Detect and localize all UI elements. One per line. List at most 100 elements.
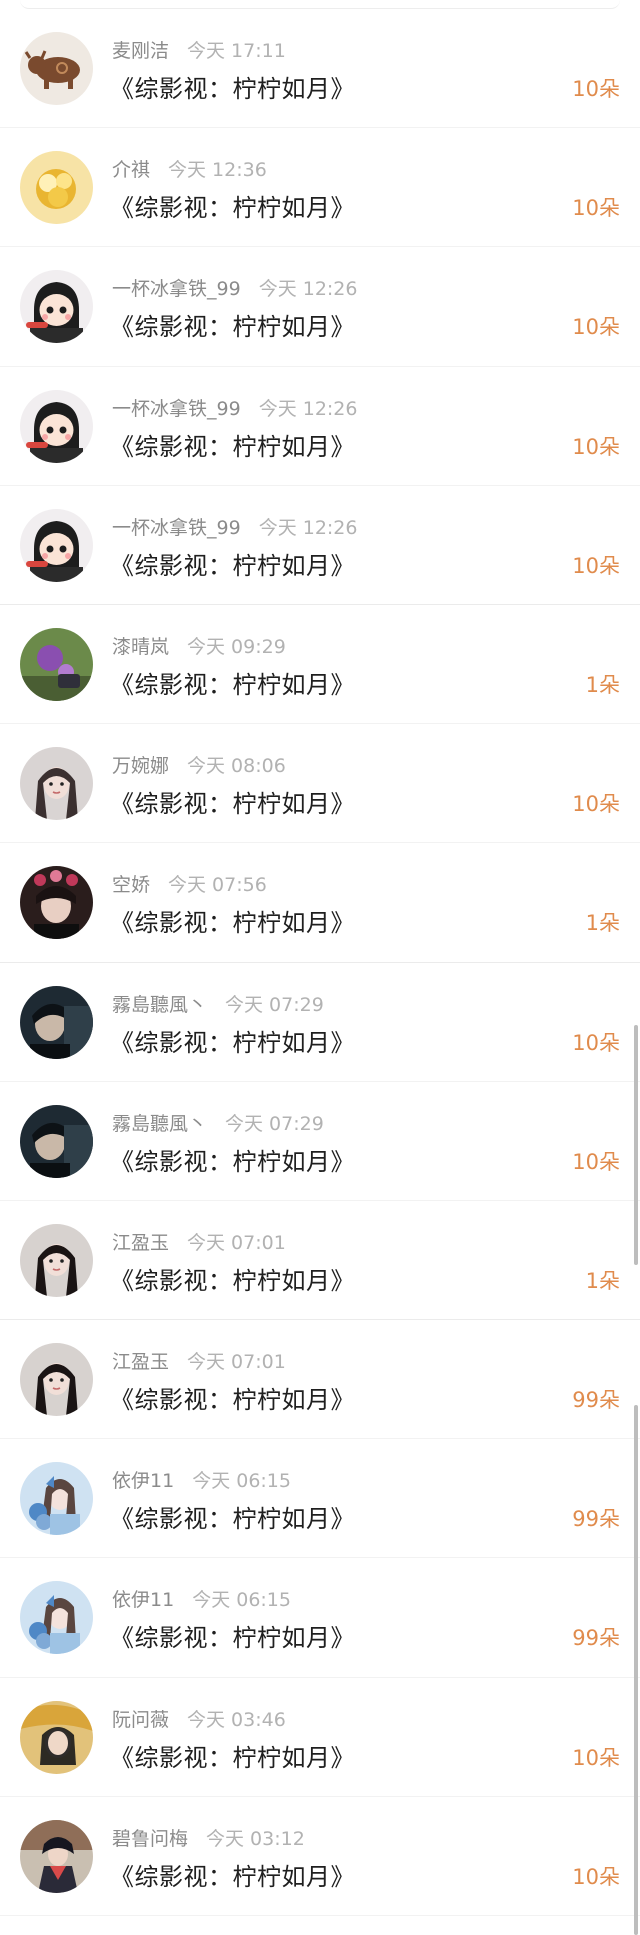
gift-amount: 1朵 (585, 1268, 620, 1293)
avatar[interactable] (20, 1343, 93, 1417)
book-title[interactable]: 《综影视：柠柠如月》 (110, 546, 355, 581)
book-title[interactable]: 《综影视：柠柠如月》 (110, 1499, 355, 1534)
username[interactable]: 江盈玉 (112, 1232, 169, 1254)
book-title[interactable]: 《综影视：柠柠如月》 (110, 1618, 355, 1653)
book-title[interactable]: 《综影视：柠柠如月》 (110, 1857, 355, 1892)
avatar[interactable] (20, 747, 93, 821)
avatar[interactable] (20, 270, 93, 344)
username[interactable]: 介祺 (112, 159, 150, 181)
username[interactable]: 一杯冰拿铁_99 (112, 398, 241, 420)
avatar[interactable] (20, 1223, 93, 1297)
scrollbar-lower[interactable] (634, 1405, 638, 1935)
list-item[interactable]: 阮问薇 今天 03:46 《综影视：柠柠如月》 10朵 (0, 1678, 640, 1797)
timestamp: 今天 03:12 (206, 1827, 305, 1850)
avatar[interactable] (20, 389, 93, 463)
book-title[interactable]: 《综影视：柠柠如月》 (110, 1380, 355, 1415)
username[interactable]: 万婉娜 (112, 755, 169, 777)
book-title[interactable]: 《综影视：柠柠如月》 (110, 307, 355, 342)
top-card-edge (20, 0, 620, 9)
list-item[interactable]: 依伊11 今天 06:15 《综影视：柠柠如月》 99朵 (0, 1439, 640, 1559)
timestamp: 今天 07:29 (225, 993, 324, 1016)
row-meta: 一杯冰拿铁_99 今天 12:26 (112, 274, 357, 301)
list-item[interactable]: 一杯冰拿铁_99 今天 12:26 《综影视：柠柠如月》 10朵 (0, 486, 640, 605)
list-item[interactable]: 江盈玉 今天 07:01 《综影视：柠柠如月》 1朵 (0, 1201, 640, 1321)
avatar[interactable] (20, 1104, 93, 1178)
list-item[interactable]: 一杯冰拿铁_99 今天 12:26 《综影视：柠柠如月》 10朵 (0, 247, 640, 367)
gift-amount: 10朵 (572, 315, 620, 340)
timestamp: 今天 08:06 (187, 755, 286, 778)
timestamp: 今天 07:56 (168, 874, 267, 897)
avatar[interactable] (20, 1819, 93, 1893)
timestamp: 今天 12:26 (258, 278, 358, 301)
list-item[interactable]: 一杯冰拿铁_99 今天 12:26 《综影视：柠柠如月》 10朵 (0, 367, 640, 486)
username[interactable]: 江盈玉 (112, 1351, 169, 1373)
avatar[interactable] (20, 1700, 93, 1774)
gift-amount: 99朵 (572, 1626, 620, 1651)
username[interactable]: 霧島聽風丶 (112, 1113, 207, 1135)
list-item[interactable]: 霧島聽風丶 今天 07:29 《综影视：柠柠如月》 10朵 (0, 963, 640, 1082)
gift-amount: 10朵 (572, 1745, 620, 1770)
portrait-flowers-icon (20, 866, 93, 940)
book-title[interactable]: 《综影视：柠柠如月》 (110, 1023, 355, 1058)
cartoon-girl-icon (20, 270, 93, 344)
username[interactable]: 霧島聽風丶 (112, 994, 207, 1016)
list-item[interactable]: 麦刚洁 今天 17:11 《综影视：柠柠如月》 10朵 (0, 9, 640, 129)
portrait-blue-icon (20, 1462, 93, 1536)
row-meta: 阮问薇 今天 03:46 (112, 1705, 286, 1732)
avatar[interactable] (20, 32, 93, 105)
username[interactable]: 依伊11 (112, 1470, 174, 1492)
username[interactable]: 漆晴岚 (112, 636, 169, 658)
book-title[interactable]: 《综影视：柠柠如月》 (110, 1142, 355, 1177)
gift-amount: 99朵 (572, 1388, 620, 1413)
avatar[interactable] (20, 508, 93, 582)
avatar[interactable] (20, 627, 93, 701)
avatar[interactable] (20, 866, 93, 940)
book-title[interactable]: 《综影视：柠柠如月》 (110, 427, 355, 462)
list-item[interactable]: 依伊11 今天 06:15 《综影视：柠柠如月》 99朵 (0, 1558, 640, 1678)
gift-amount: 99朵 (572, 1507, 620, 1532)
username[interactable]: 依伊11 (112, 1589, 174, 1611)
list-item[interactable]: 碧鲁问梅 今天 03:12 《综影视：柠柠如月》 10朵 (0, 1797, 640, 1916)
timestamp: 今天 12:26 (258, 516, 358, 539)
book-title[interactable]: 《综影视：柠柠如月》 (110, 903, 355, 938)
avatar[interactable] (20, 1581, 93, 1655)
list-item[interactable]: 霧島聽風丶 今天 07:29 《综影视：柠柠如月》 10朵 (0, 1082, 640, 1201)
username[interactable]: 一杯冰拿铁_99 (112, 517, 241, 539)
timestamp: 今天 17:11 (187, 40, 286, 62)
timestamp: 今天 03:46 (187, 1708, 286, 1731)
portrait-costume-icon (20, 1819, 93, 1893)
book-title[interactable]: 《综影视：柠柠如月》 (110, 69, 355, 104)
list-item[interactable]: 介祺 今天 12:36 《综影视：柠柠如月》 10朵 (0, 128, 640, 248)
row-meta: 介祺 今天 12:36 (112, 155, 267, 182)
username[interactable]: 碧鲁问梅 (112, 1828, 188, 1850)
row-meta: 江盈玉 今天 07:01 (112, 1347, 286, 1374)
gift-amount: 10朵 (572, 553, 620, 578)
username[interactable]: 一杯冰拿铁_99 (112, 278, 241, 300)
purple-flower-icon (20, 627, 93, 701)
avatar[interactable] (20, 151, 93, 225)
scrollbar-upper[interactable] (634, 1025, 638, 1265)
list-item[interactable]: 万婉娜 今天 08:06 《综影视：柠柠如月》 10朵 (0, 724, 640, 844)
username[interactable]: 阮问薇 (112, 1709, 169, 1731)
book-title[interactable]: 《综影视：柠柠如月》 (110, 784, 355, 819)
row-meta: 依伊11 今天 06:15 (112, 1466, 291, 1493)
book-title[interactable]: 《综影视：柠柠如月》 (110, 665, 355, 700)
avatar[interactable] (20, 985, 93, 1059)
list-item[interactable]: 江盈玉 今天 07:01 《综影视：柠柠如月》 99朵 (0, 1320, 640, 1440)
username[interactable]: 麦刚洁 (112, 40, 169, 62)
book-title[interactable]: 《综影视：柠柠如月》 (110, 188, 355, 223)
portrait-blue-icon (20, 1581, 93, 1655)
gift-record-list: 麦刚洁 今天 17:11 《综影视：柠柠如月》 10朵 介祺 今天 12:36 《综… (0, 9, 640, 1916)
list-item[interactable]: 漆晴岚 今天 09:29 《综影视：柠柠如月》 1朵 (0, 605, 640, 725)
row-meta: 一杯冰拿铁_99 今天 12:26 (112, 394, 357, 421)
username[interactable]: 空娇 (112, 874, 150, 896)
avatar[interactable] (20, 1462, 93, 1536)
list-item[interactable]: 空娇 今天 07:56 《综影视：柠柠如月》 1朵 (0, 843, 640, 963)
book-title[interactable]: 《综影视：柠柠如月》 (110, 1738, 355, 1773)
gift-amount: 10朵 (572, 792, 620, 817)
book-title[interactable]: 《综影视：柠柠如月》 (110, 1261, 355, 1296)
gift-amount: 10朵 (572, 1864, 620, 1889)
timestamp: 今天 07:29 (225, 1112, 324, 1135)
portrait-yellow-icon (20, 1700, 93, 1774)
row-meta: 霧島聽風丶 今天 07:29 (112, 1109, 324, 1136)
